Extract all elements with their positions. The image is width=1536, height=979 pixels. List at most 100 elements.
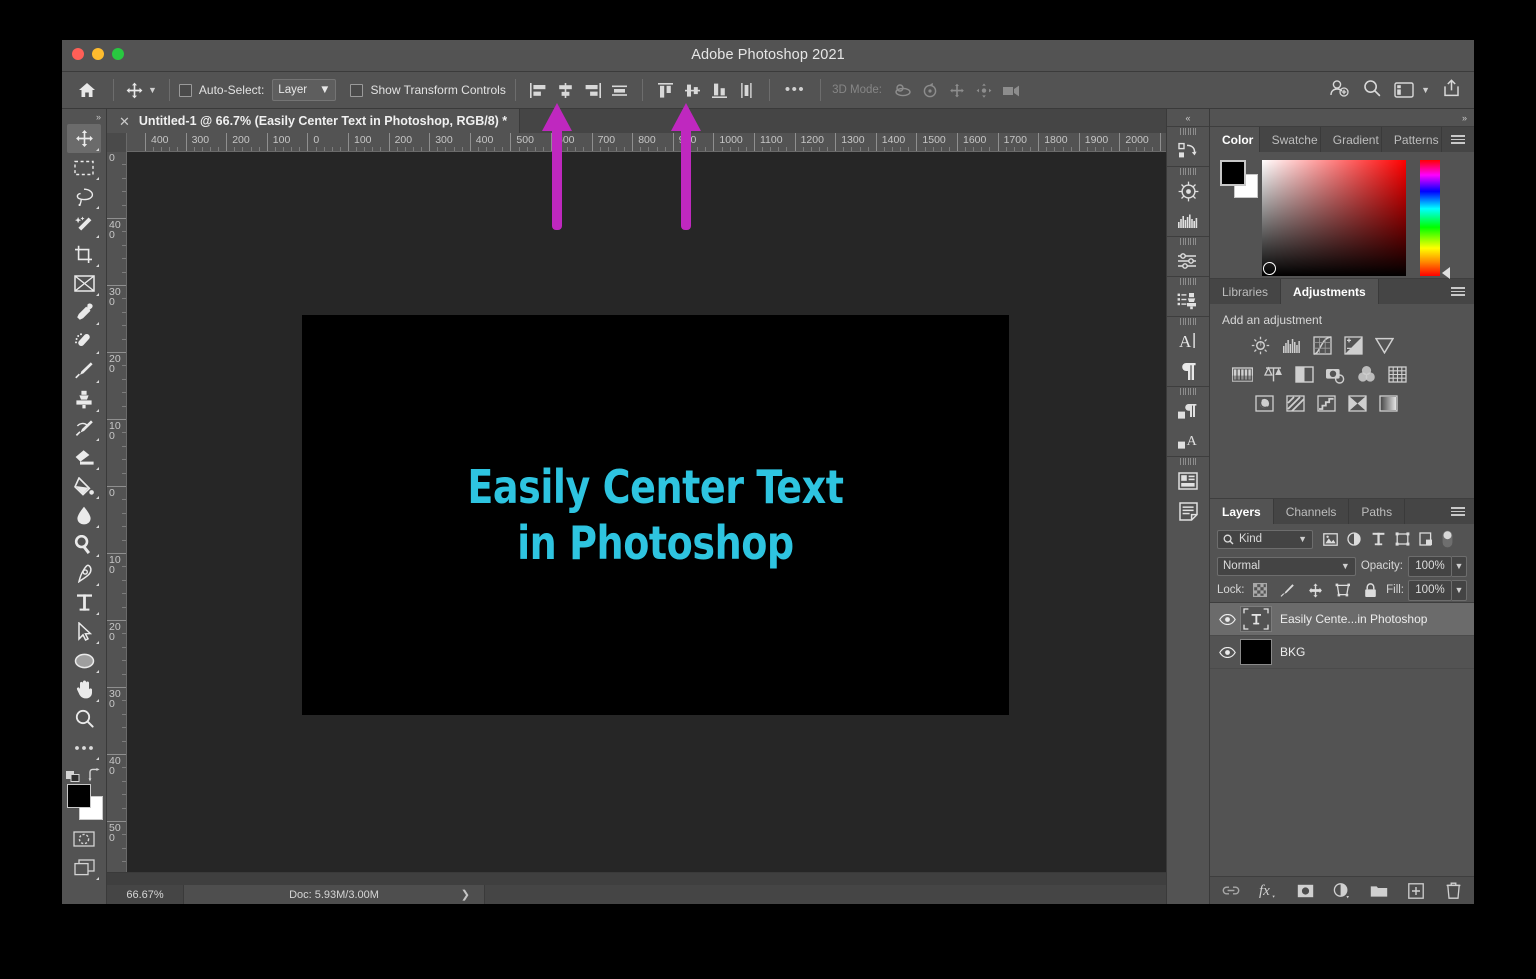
auto-select-checkbox[interactable] xyxy=(178,83,192,97)
move-tool[interactable] xyxy=(67,124,101,153)
blend-mode-dropdown[interactable]: Normal ▼ xyxy=(1217,556,1356,576)
roll-3d-icon[interactable] xyxy=(917,78,944,102)
align-right-edges-button[interactable] xyxy=(579,78,606,102)
chevron-down-icon[interactable]: ▼ xyxy=(148,85,157,95)
filter-toggle-icon[interactable] xyxy=(1441,529,1453,549)
panel-group-grip[interactable] xyxy=(1177,167,1199,176)
lock-position-icon[interactable] xyxy=(1304,580,1328,600)
align-middle-edges-button[interactable] xyxy=(606,78,633,102)
exposure-icon[interactable] xyxy=(1343,335,1364,356)
panel-group-grip[interactable] xyxy=(1177,277,1199,286)
tab-libraries[interactable]: Libraries xyxy=(1210,279,1282,304)
type-tool[interactable] xyxy=(67,588,101,617)
delete-layer-icon[interactable] xyxy=(1444,882,1462,900)
share-icon[interactable] xyxy=(1443,78,1460,102)
canvas-document[interactable]: Easily Center Text in Photoshop xyxy=(302,315,1009,715)
lock-all-icon[interactable] xyxy=(1359,580,1383,600)
new-group-icon[interactable] xyxy=(1370,882,1388,900)
chevron-down-icon[interactable]: ▼ xyxy=(1452,579,1467,601)
rectangular-marquee-tool[interactable] xyxy=(67,153,101,182)
filter-shape-icon[interactable] xyxy=(1390,529,1414,549)
paragraph-panel-icon[interactable] xyxy=(1172,356,1204,386)
hue-saturation-icon[interactable] xyxy=(1232,364,1253,385)
slide-3d-icon[interactable] xyxy=(971,78,998,102)
vertical-ruler[interactable]: 04003002001000100200300400500600 xyxy=(107,152,127,872)
panel-menu-icon[interactable] xyxy=(1442,127,1474,152)
clone-stamp-tool[interactable] xyxy=(67,385,101,414)
vibrance-icon[interactable] xyxy=(1374,335,1395,356)
link-layers-icon[interactable] xyxy=(1222,882,1240,900)
camera-3d-icon[interactable] xyxy=(998,78,1025,102)
properties-panel-icon[interactable] xyxy=(1172,246,1204,276)
align-top-edges-button[interactable] xyxy=(652,78,679,102)
distribute-button[interactable] xyxy=(733,78,760,102)
color-balance-icon[interactable] xyxy=(1263,364,1284,385)
filter-adjustment-icon[interactable] xyxy=(1342,529,1366,549)
add-collaborator-icon[interactable] xyxy=(1329,79,1350,102)
layer-mask-icon[interactable] xyxy=(1296,882,1314,900)
pan-3d-icon[interactable] xyxy=(944,78,971,102)
fill-input[interactable]: 100% xyxy=(1408,579,1452,601)
workspace-switcher[interactable]: ▼ xyxy=(1394,82,1430,98)
horizontal-ruler[interactable]: 400 300 200 100 0 100 200 300 400 500 600 700 800 900… xyxy=(127,133,1166,152)
crop-tool[interactable] xyxy=(67,240,101,269)
tab-paths[interactable]: Paths xyxy=(1349,499,1406,524)
channel-mixer-icon[interactable] xyxy=(1356,364,1377,385)
new-fill-adjustment-icon[interactable] xyxy=(1333,882,1351,900)
tab-layers[interactable]: Layers xyxy=(1210,499,1274,524)
tab-swatches[interactable]: Swatche xyxy=(1260,127,1321,152)
lock-transparent-pixels-icon[interactable] xyxy=(1249,580,1273,600)
show-transform-controls-checkbox[interactable] xyxy=(350,83,364,97)
levels-icon[interactable] xyxy=(1281,335,1302,356)
layer-comps-panel-icon[interactable] xyxy=(1172,466,1204,496)
lasso-tool[interactable] xyxy=(67,182,101,211)
dock-collapse-button[interactable]: » xyxy=(1210,109,1474,126)
align-bottom-edges-button[interactable] xyxy=(706,78,733,102)
canvas-stage[interactable]: Easily Center Text in Photoshop xyxy=(127,152,1166,872)
foreground-color-swatch[interactable] xyxy=(1220,160,1246,186)
selective-color-icon[interactable] xyxy=(1378,393,1399,414)
character-panel-icon[interactable]: A xyxy=(1172,326,1204,356)
panel-group-grip[interactable] xyxy=(1177,317,1199,326)
foreground-background-colors[interactable] xyxy=(67,784,103,820)
eye-icon[interactable] xyxy=(1214,613,1240,625)
current-tool-move-icon[interactable]: ▼ xyxy=(123,82,160,99)
photo-filter-icon[interactable] xyxy=(1325,364,1346,385)
panel-menu-icon[interactable] xyxy=(1442,499,1474,524)
orbit-3d-icon[interactable] xyxy=(890,78,917,102)
type-layer-thumb-icon[interactable] xyxy=(1240,606,1272,632)
navigator-panel-icon[interactable] xyxy=(1172,176,1204,206)
search-icon[interactable] xyxy=(1363,79,1381,102)
hand-tool[interactable] xyxy=(67,675,101,704)
lock-artboard-icon[interactable] xyxy=(1331,580,1355,600)
align-left-edges-button[interactable] xyxy=(525,78,552,102)
panel-group-grip[interactable] xyxy=(1177,457,1199,466)
auto-select-scope-dropdown[interactable]: Layer ▼ xyxy=(272,79,337,101)
panel-group-grip[interactable] xyxy=(1177,127,1199,136)
chevron-right-icon[interactable]: ❯ xyxy=(461,888,470,901)
table-row[interactable]: BKG xyxy=(1210,636,1474,669)
eyedropper-tool[interactable] xyxy=(67,298,101,327)
black-white-icon[interactable] xyxy=(1294,364,1315,385)
notes-panel-icon[interactable] xyxy=(1172,496,1204,526)
more-options-button[interactable]: ••• xyxy=(779,82,811,97)
fill-control[interactable]: 100% ▼ xyxy=(1408,579,1467,601)
layer-filter-kind-dropdown[interactable]: Kind ▼ xyxy=(1217,529,1313,549)
histogram-panel-icon[interactable] xyxy=(1172,206,1204,236)
object-selection-tool[interactable] xyxy=(67,211,101,240)
canvas-text-layer[interactable]: Easily Center Text in Photoshop xyxy=(467,459,844,571)
color-lookup-icon[interactable] xyxy=(1387,364,1408,385)
eraser-tool[interactable] xyxy=(67,443,101,472)
filter-type-icon[interactable] xyxy=(1366,529,1390,549)
tab-color[interactable]: Color xyxy=(1210,127,1260,152)
tab-channels[interactable]: Channels xyxy=(1274,499,1350,524)
filter-pixel-icon[interactable] xyxy=(1318,529,1342,549)
layer-style-fx-icon[interactable]: fx xyxy=(1259,882,1277,900)
panel-group-grip[interactable] xyxy=(1177,237,1199,246)
tab-gradients[interactable]: Gradient xyxy=(1321,127,1382,152)
hue-slider[interactable] xyxy=(1420,160,1450,279)
home-icon[interactable] xyxy=(70,77,104,103)
chevron-down-icon[interactable]: ▼ xyxy=(1421,85,1430,95)
styles-panel-icon[interactable] xyxy=(1172,286,1204,316)
table-row[interactable]: Easily Cente...in Photoshop xyxy=(1210,603,1474,636)
